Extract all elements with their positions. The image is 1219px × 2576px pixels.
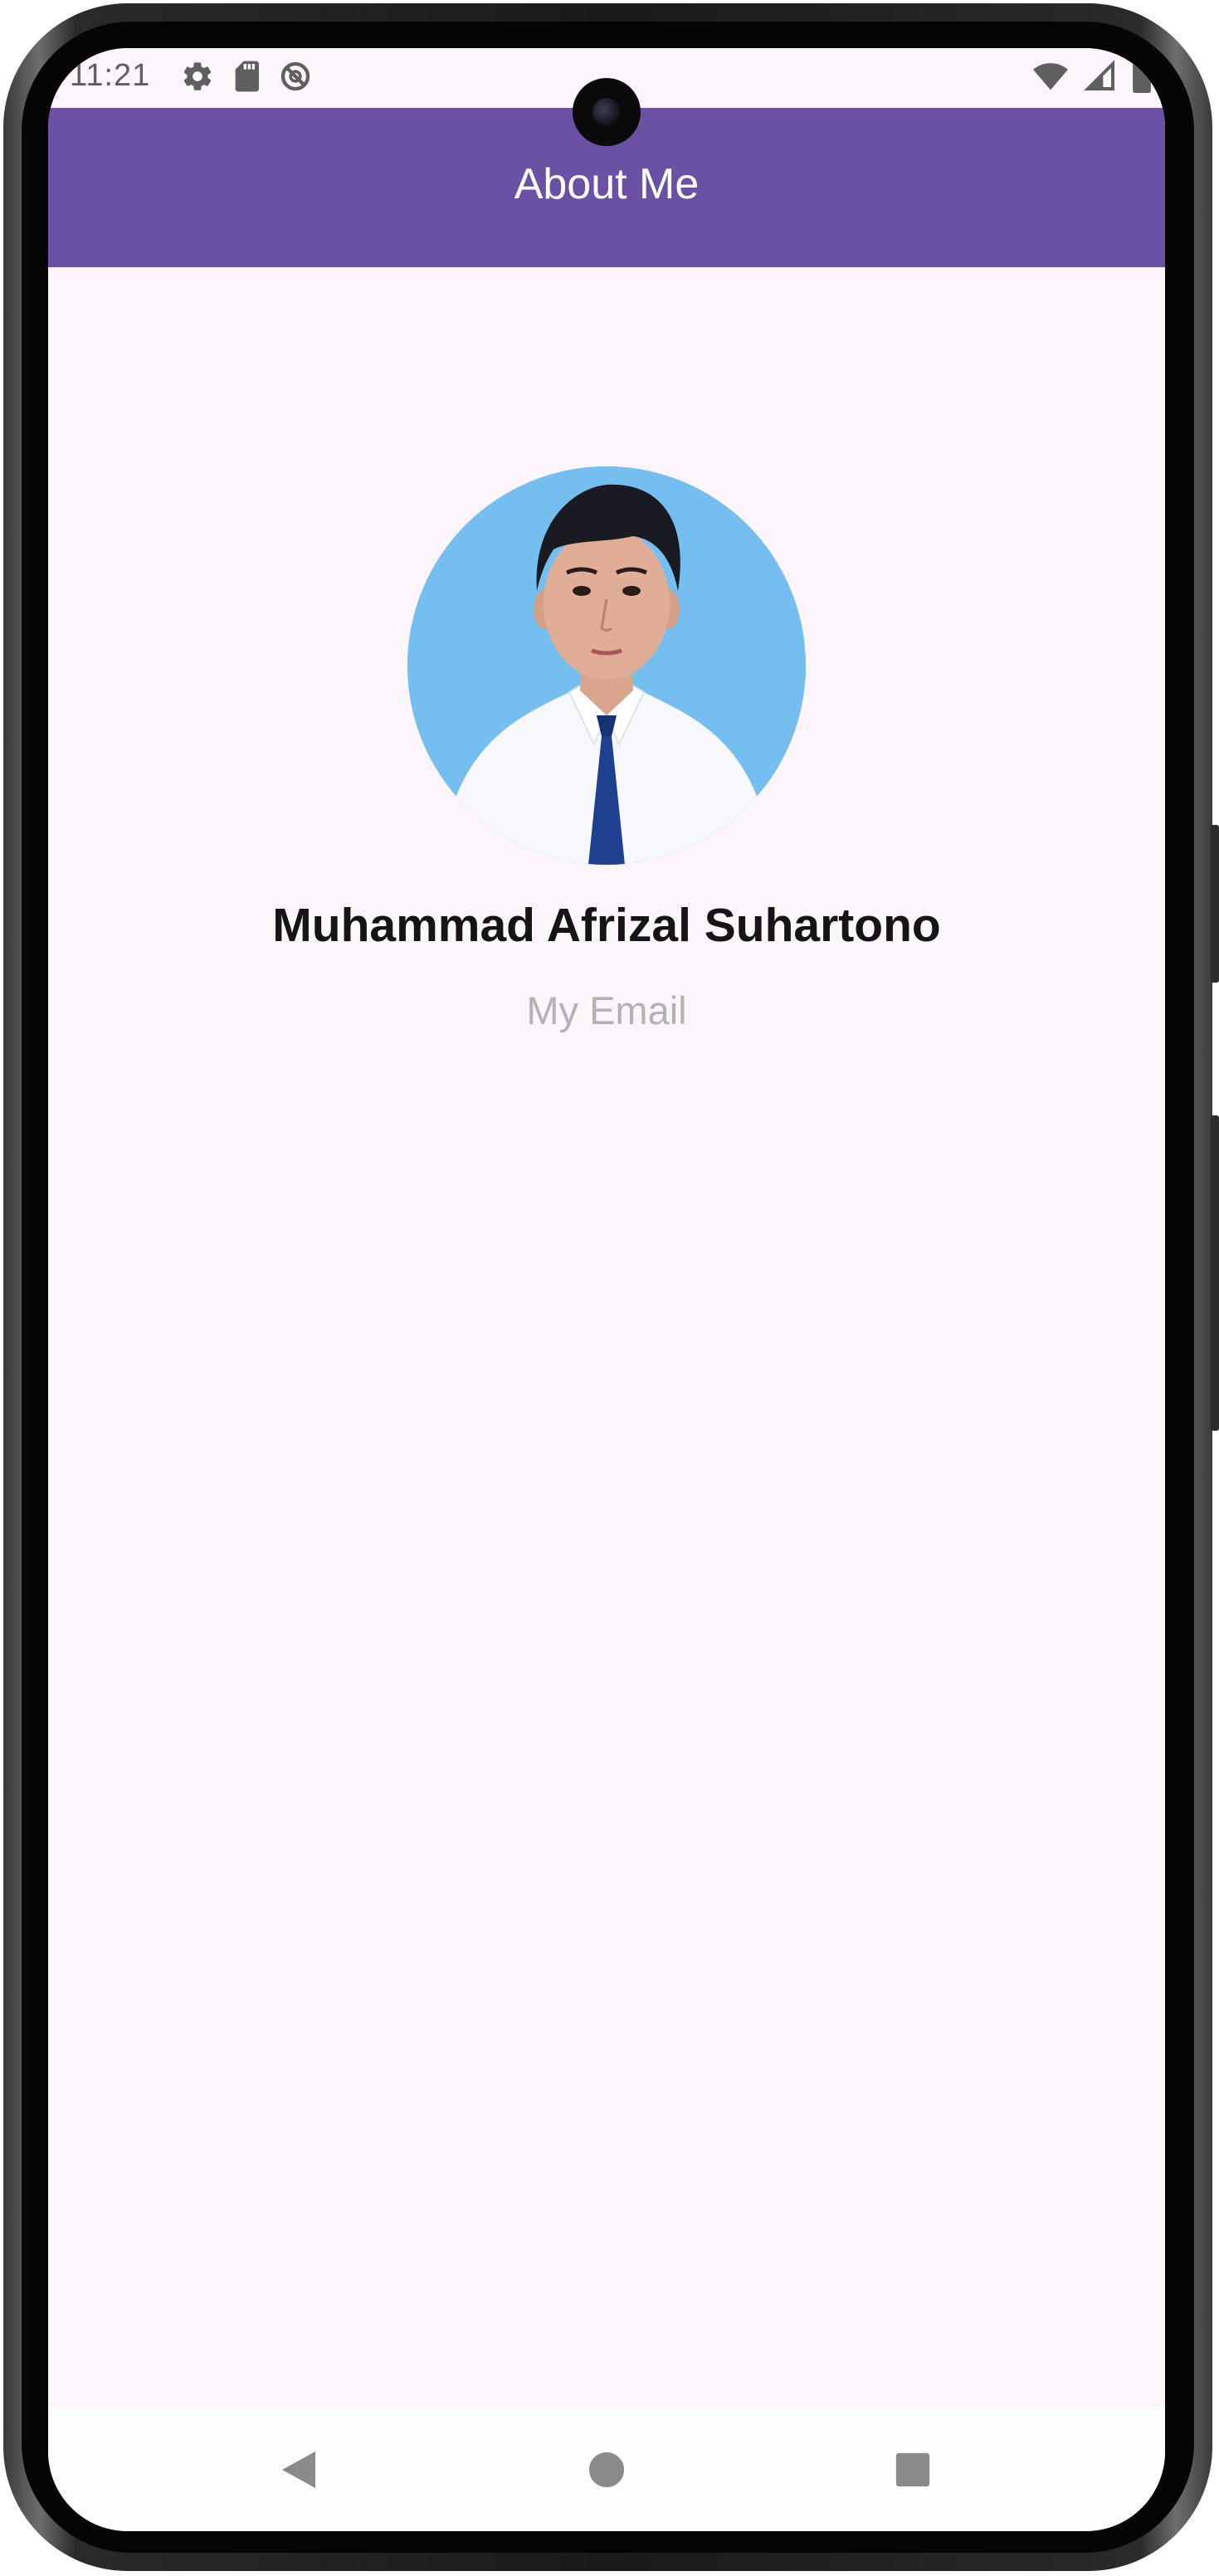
- nav-recents-button[interactable]: [880, 2438, 946, 2505]
- back-icon: [279, 2448, 319, 2496]
- wifi-icon: [1032, 60, 1069, 97]
- profile-photo: [407, 466, 806, 865]
- gear-icon: [181, 60, 214, 97]
- data-saver-icon: [279, 60, 312, 97]
- profile-content: Muhammad Afrizal Suhartono My Email: [48, 267, 1165, 2408]
- status-time: 11:21: [70, 58, 151, 93]
- battery-icon: [1132, 60, 1152, 97]
- status-icons-left: [181, 60, 312, 97]
- cell-signal-icon: [1084, 60, 1117, 97]
- home-icon: [588, 2451, 626, 2493]
- page-title: About Me: [514, 160, 700, 208]
- sd-card-icon: [232, 60, 261, 97]
- profile-email[interactable]: My Email: [48, 988, 1165, 1033]
- navigation-bar: [48, 2408, 1165, 2531]
- status-icons-right: [1032, 60, 1152, 97]
- camera-lens: [592, 98, 621, 126]
- recents-icon: [895, 2452, 931, 2492]
- profile-name: Muhammad Afrizal Suhartono: [272, 899, 941, 952]
- nav-back-button[interactable]: [266, 2438, 332, 2505]
- avatar: [407, 466, 806, 865]
- volume-button: [1211, 825, 1219, 983]
- front-camera: [573, 78, 641, 146]
- power-button: [1211, 1115, 1219, 1431]
- device-screen: 11:21 About Me Muhammad Afrizal Suharton…: [48, 48, 1165, 2531]
- nav-home-button[interactable]: [573, 2438, 640, 2505]
